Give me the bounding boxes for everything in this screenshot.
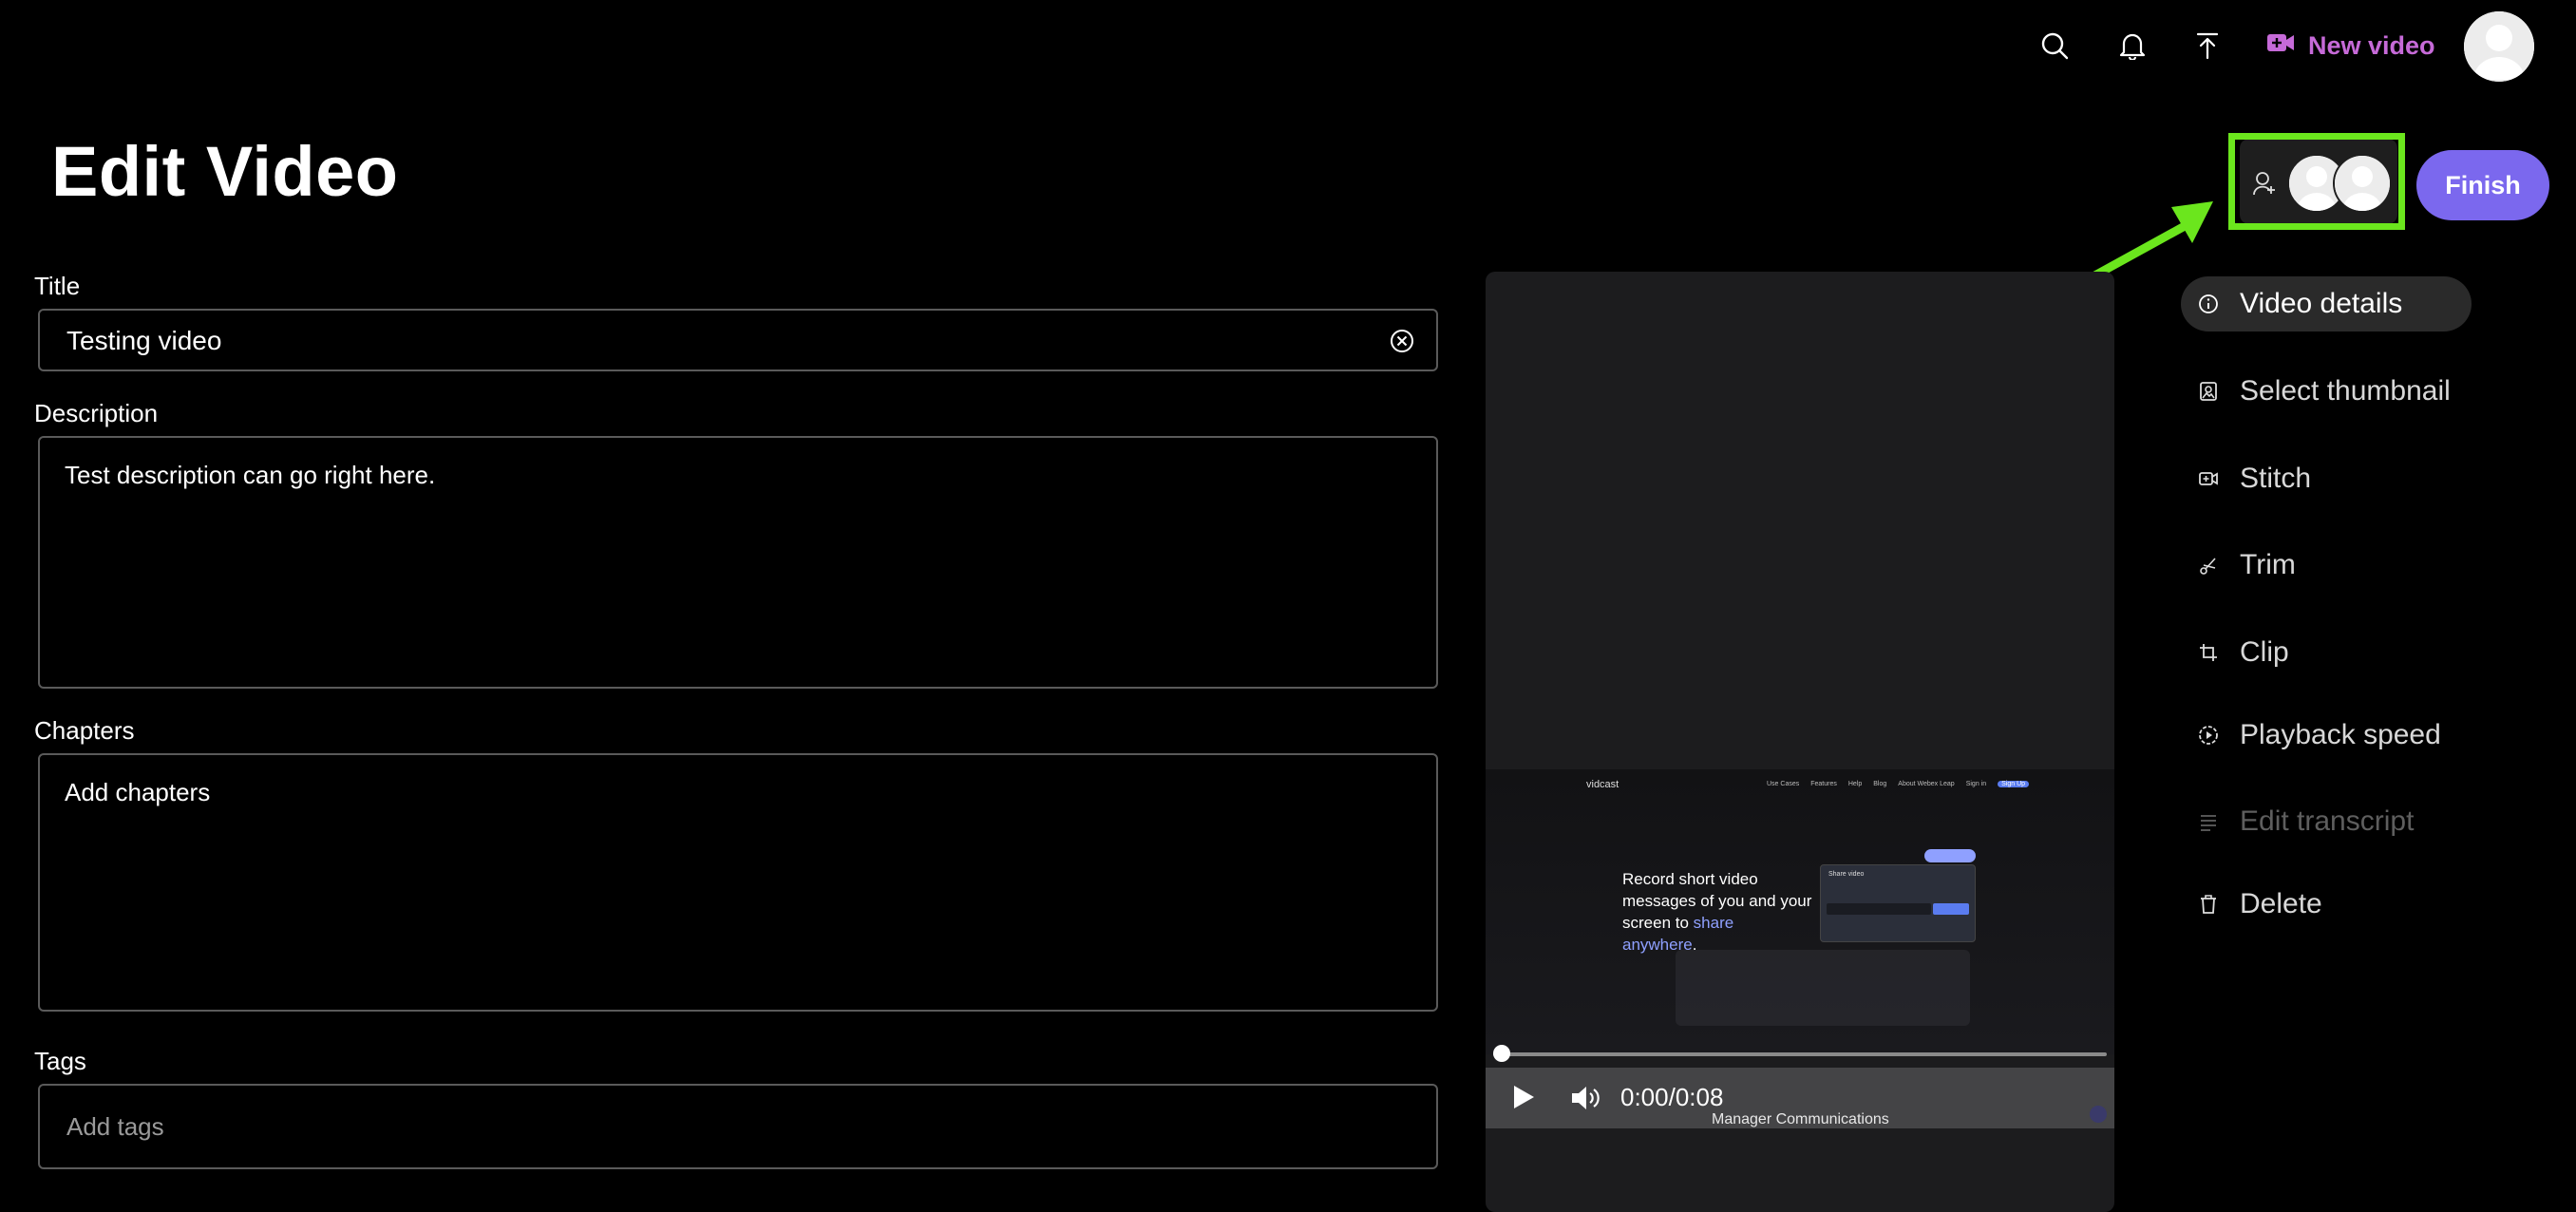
tags-input[interactable]: Add tags	[38, 1084, 1438, 1169]
preview-dialog: Share video	[1820, 864, 1976, 942]
sidebar-item-select-thumbnail[interactable]: Select thumbnail	[2181, 364, 2472, 419]
sidebar-item-label: Stitch	[2240, 463, 2312, 494]
info-icon	[2196, 292, 2221, 316]
clear-icon[interactable]	[1389, 328, 1415, 361]
preview-bg-window	[1676, 950, 1970, 1026]
preview-headline: Record short video messages of you and y…	[1622, 868, 1812, 956]
settings-icon[interactable]	[2090, 1106, 2107, 1123]
title-label: Title	[34, 272, 81, 300]
new-video-button[interactable]: New video	[2266, 25, 2435, 66]
trash-icon	[2196, 892, 2221, 917]
sidebar-item-label: Select thumbnail	[2240, 375, 2451, 407]
sidebar-item-video-details[interactable]: Video details	[2181, 276, 2472, 331]
page-title: Edit Video	[51, 132, 399, 211]
progress-bar[interactable]	[1493, 1045, 2107, 1062]
time-display: 0:00/0:08	[1620, 1083, 1724, 1111]
sidebar-item-trim[interactable]: Trim	[2181, 538, 2472, 593]
video-camera-icon	[2266, 31, 2295, 61]
crop-icon	[2196, 640, 2221, 665]
thumbnail-icon	[2196, 379, 2221, 404]
preview-pill	[1924, 849, 1976, 862]
sidebar-item-edit-transcript: Edit transcript	[2181, 794, 2472, 849]
chapters-placeholder: Add chapters	[65, 778, 211, 806]
scissors-icon	[2196, 553, 2221, 578]
new-video-label: New video	[2308, 30, 2435, 60]
sidebar-item-label: Delete	[2240, 888, 2322, 919]
preview-nav-item: Use Cases	[1767, 781, 1800, 787]
preview-nav-item: Blog	[1873, 781, 1887, 787]
playback-speed-icon	[2196, 723, 2221, 748]
title-input[interactable]: Testing video	[38, 309, 1438, 371]
description-textarea[interactable]: Test description can go right here.	[38, 436, 1438, 689]
annotation-highlight-box	[2228, 133, 2405, 230]
preview-logo: vidcast	[1586, 779, 1619, 790]
preview-nav-item: Sign Up	[1998, 781, 2030, 787]
upload-icon[interactable]	[2188, 27, 2226, 65]
sidebar-item-label: Playback speed	[2240, 719, 2441, 750]
title-value: Testing video	[66, 326, 222, 355]
transcript-icon	[2196, 809, 2221, 834]
sidebar-item-stitch[interactable]: Stitch	[2181, 451, 2472, 506]
preview-dialog-title: Share video	[1828, 871, 1865, 878]
user-avatar[interactable]	[2464, 11, 2534, 82]
preview-nav-item: About Webex Leap	[1898, 781, 1955, 787]
tags-placeholder: Add tags	[66, 1112, 164, 1141]
preview-nav: Use Cases Features Help Blog About Webex…	[1767, 781, 2030, 787]
caption-overlay: Manager Communications	[1712, 1111, 1889, 1127]
finish-button[interactable]: Finish	[2416, 150, 2549, 220]
search-icon[interactable]	[2036, 27, 2074, 65]
video-controls: 0:00/0:08 Manager Communications	[1486, 1068, 2114, 1128]
sidebar-item-label: Video details	[2240, 288, 2403, 319]
progress-knob[interactable]	[1493, 1045, 1510, 1062]
volume-icon[interactable]	[1571, 1085, 1601, 1116]
play-icon[interactable]	[1512, 1085, 1535, 1114]
sidebar-item-label: Edit transcript	[2240, 805, 2415, 837]
video-player[interactable]: vidcast Use Cases Features Help Blog Abo…	[1486, 272, 2114, 1212]
sidebar-item-delete[interactable]: Delete	[2181, 877, 2472, 932]
sidebar-item-playback-speed[interactable]: Playback speed	[2181, 708, 2472, 763]
sidebar-item-label: Clip	[2240, 636, 2289, 668]
stitch-icon	[2196, 466, 2221, 491]
description-value: Test description can go right here.	[65, 461, 436, 489]
video-frame: vidcast Use Cases Features Help Blog Abo…	[1486, 769, 2114, 1054]
preview-nav-item: Features	[1810, 781, 1837, 787]
bell-icon[interactable]	[2113, 27, 2151, 65]
description-label: Description	[34, 399, 159, 427]
preview-nav-item: Sign in	[1965, 781, 1987, 787]
chapters-label: Chapters	[34, 716, 135, 745]
tags-label: Tags	[34, 1047, 86, 1075]
sidebar-item-label: Trim	[2240, 549, 2296, 580]
sidebar-item-clip[interactable]: Clip	[2181, 625, 2472, 680]
preview-nav-item: Help	[1847, 781, 1863, 787]
chapters-textarea[interactable]: Add chapters	[38, 753, 1438, 1012]
